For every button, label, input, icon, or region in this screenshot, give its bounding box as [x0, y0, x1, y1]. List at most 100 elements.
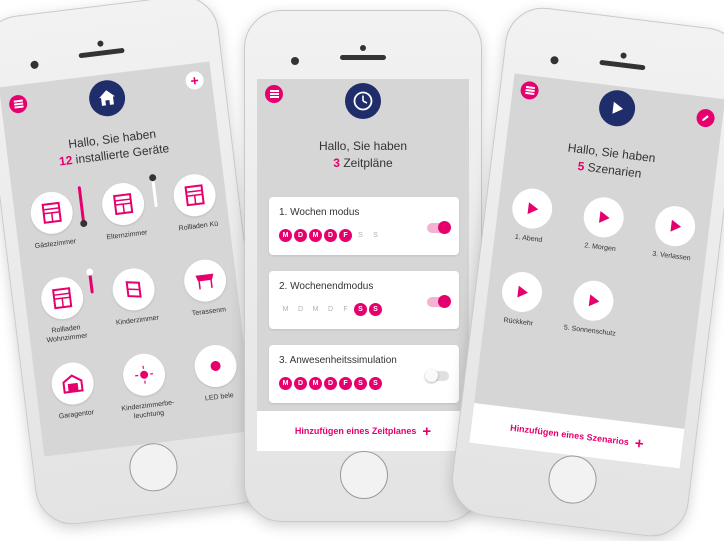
greeting-line1: Hallo, Sie haben	[318, 139, 408, 153]
home-button[interactable]	[126, 440, 181, 495]
toggle-knob	[438, 295, 451, 308]
device-label: Gästezimmer	[34, 238, 77, 251]
day-chip[interactable]: D	[324, 377, 337, 390]
device-label: Kinderzimmerbe-leuchtung	[121, 399, 175, 421]
weekday-selector: M D M D F S S	[279, 229, 382, 242]
schedule-title: 2. Wochenendmodus	[279, 281, 374, 292]
scene-tile[interactable]: 3. Verlassen	[641, 203, 707, 264]
scene-label: 1. Abend	[514, 233, 543, 245]
device-label: Terassenm	[191, 306, 227, 318]
scene-tile[interactable]: Rückkehr	[488, 269, 554, 330]
day-chip[interactable]: M	[279, 229, 292, 242]
scene-label: 3. Verlassen	[651, 250, 691, 263]
day-chip[interactable]: D	[324, 303, 337, 316]
play-icon	[652, 203, 698, 249]
schedule-toggle[interactable]	[427, 295, 451, 308]
device-tile[interactable]: Kinderzimmerbe-leuchtung	[107, 350, 185, 424]
lamp-icon	[192, 342, 239, 390]
schedule-card[interactable]: 3. Anwesenheitssimulation M D M D F S S	[269, 345, 459, 403]
pencil-icon	[702, 115, 709, 121]
front-camera	[291, 57, 299, 65]
lamp-icon	[120, 351, 168, 399]
play-icon	[597, 88, 638, 129]
day-chip[interactable]: F	[339, 303, 352, 316]
device-label: Rollladen Kü	[178, 220, 219, 233]
scene-label: 2. Morgen	[583, 242, 617, 254]
day-chip[interactable]: D	[294, 229, 307, 242]
day-chip[interactable]: M	[279, 377, 292, 390]
device-tile[interactable]: Terassenm	[168, 256, 244, 321]
add-scene-label: Hinzufügen eines Szenarios	[509, 422, 630, 448]
play-icon	[581, 195, 626, 240]
home-button[interactable]	[545, 452, 600, 507]
scene-tile[interactable]: 1. Abend	[498, 185, 564, 246]
front-camera	[30, 60, 39, 70]
plus-icon: +	[633, 434, 645, 453]
edit-button[interactable]	[695, 108, 716, 129]
home-icon	[87, 78, 128, 119]
schedules-screen: Hallo, Sie haben 3 Zeitpläne 1. Wochen m…	[257, 79, 469, 451]
day-chip[interactable]: S	[354, 377, 367, 390]
day-chip[interactable]: M	[279, 303, 292, 316]
clock-icon	[345, 83, 381, 119]
day-chip[interactable]: D	[294, 303, 307, 316]
speaker-grille	[78, 47, 125, 59]
home-button[interactable]	[340, 451, 388, 499]
device-tile[interactable]: Kinderzimmer	[96, 264, 172, 329]
phone-scenes: Hallo, Sie haben 5 Szenarien 1. Abend 2.…	[447, 3, 724, 541]
device-label: Garagentor	[58, 409, 95, 421]
device-label: Rollladen Wohnzimmer	[46, 324, 88, 345]
menu-button[interactable]	[8, 94, 29, 115]
day-chip[interactable]: S	[354, 303, 367, 316]
day-chip[interactable]: M	[309, 377, 322, 390]
schedule-toggle[interactable]	[425, 369, 449, 382]
device-label: Elternzimmer	[106, 229, 148, 242]
phone-devices: + Hallo, Sie haben 12 installierte Gerät…	[0, 0, 277, 529]
play-icon	[571, 278, 616, 324]
day-chip[interactable]: S	[369, 229, 382, 242]
add-schedule-button[interactable]: Hinzufügen eines Zeitplanes +	[257, 411, 469, 451]
device-tile[interactable]: Elternzimmer	[86, 179, 162, 244]
play-icon	[499, 269, 545, 315]
day-chip[interactable]: D	[324, 229, 337, 242]
day-chip[interactable]: M	[309, 229, 322, 242]
front-camera	[550, 55, 559, 65]
scene-tile[interactable]: 2. Morgen	[570, 194, 636, 255]
device-tile[interactable]: Rollladen Kü	[157, 170, 233, 235]
phone-schedules: Hallo, Sie haben 3 Zeitpläne 1. Wochen m…	[244, 10, 482, 522]
scene-count: 5	[576, 158, 586, 174]
schedule-card[interactable]: 1. Wochen modus M D M D F S S	[269, 197, 459, 255]
menu-button[interactable]	[519, 80, 540, 101]
device-tile[interactable]: Garagentor	[35, 358, 111, 423]
device-count: 12	[58, 152, 74, 169]
device-label: Kinderzimmer	[115, 314, 160, 327]
add-device-button[interactable]: +	[184, 70, 205, 91]
day-chip[interactable]: F	[339, 377, 352, 390]
blind-icon	[38, 274, 86, 322]
scene-label: Rückkehr	[503, 317, 534, 328]
plus-icon: +	[422, 422, 432, 440]
schedule-toggle[interactable]	[427, 221, 451, 234]
day-chip[interactable]: M	[309, 303, 322, 316]
garage-icon	[49, 360, 97, 407]
blind-icon	[99, 180, 147, 228]
scene-tile[interactable]: 5. Sonnenschutz	[560, 277, 626, 338]
window-icon	[110, 266, 158, 313]
day-chip[interactable]: F	[339, 229, 352, 242]
day-chip[interactable]: S	[369, 303, 382, 316]
schedule-card[interactable]: 2. Wochenendmodus M D M D F S S	[269, 271, 459, 329]
blind-icon	[28, 189, 76, 237]
toggle-knob	[425, 369, 438, 382]
day-chip[interactable]: S	[354, 229, 367, 242]
weekday-selector: M D M D F S S	[279, 303, 382, 316]
menu-button[interactable]	[265, 85, 283, 103]
camera-dot	[620, 52, 627, 59]
day-chip[interactable]: D	[294, 377, 307, 390]
weekday-selector: M D M D F S S	[279, 377, 382, 390]
schedule-count: 3	[333, 156, 340, 170]
camera-dot	[97, 40, 104, 47]
greeting-rest: Zeitpläne	[343, 156, 393, 170]
speaker-grille	[340, 55, 386, 60]
day-chip[interactable]: S	[369, 377, 382, 390]
toggle-knob	[438, 221, 451, 234]
